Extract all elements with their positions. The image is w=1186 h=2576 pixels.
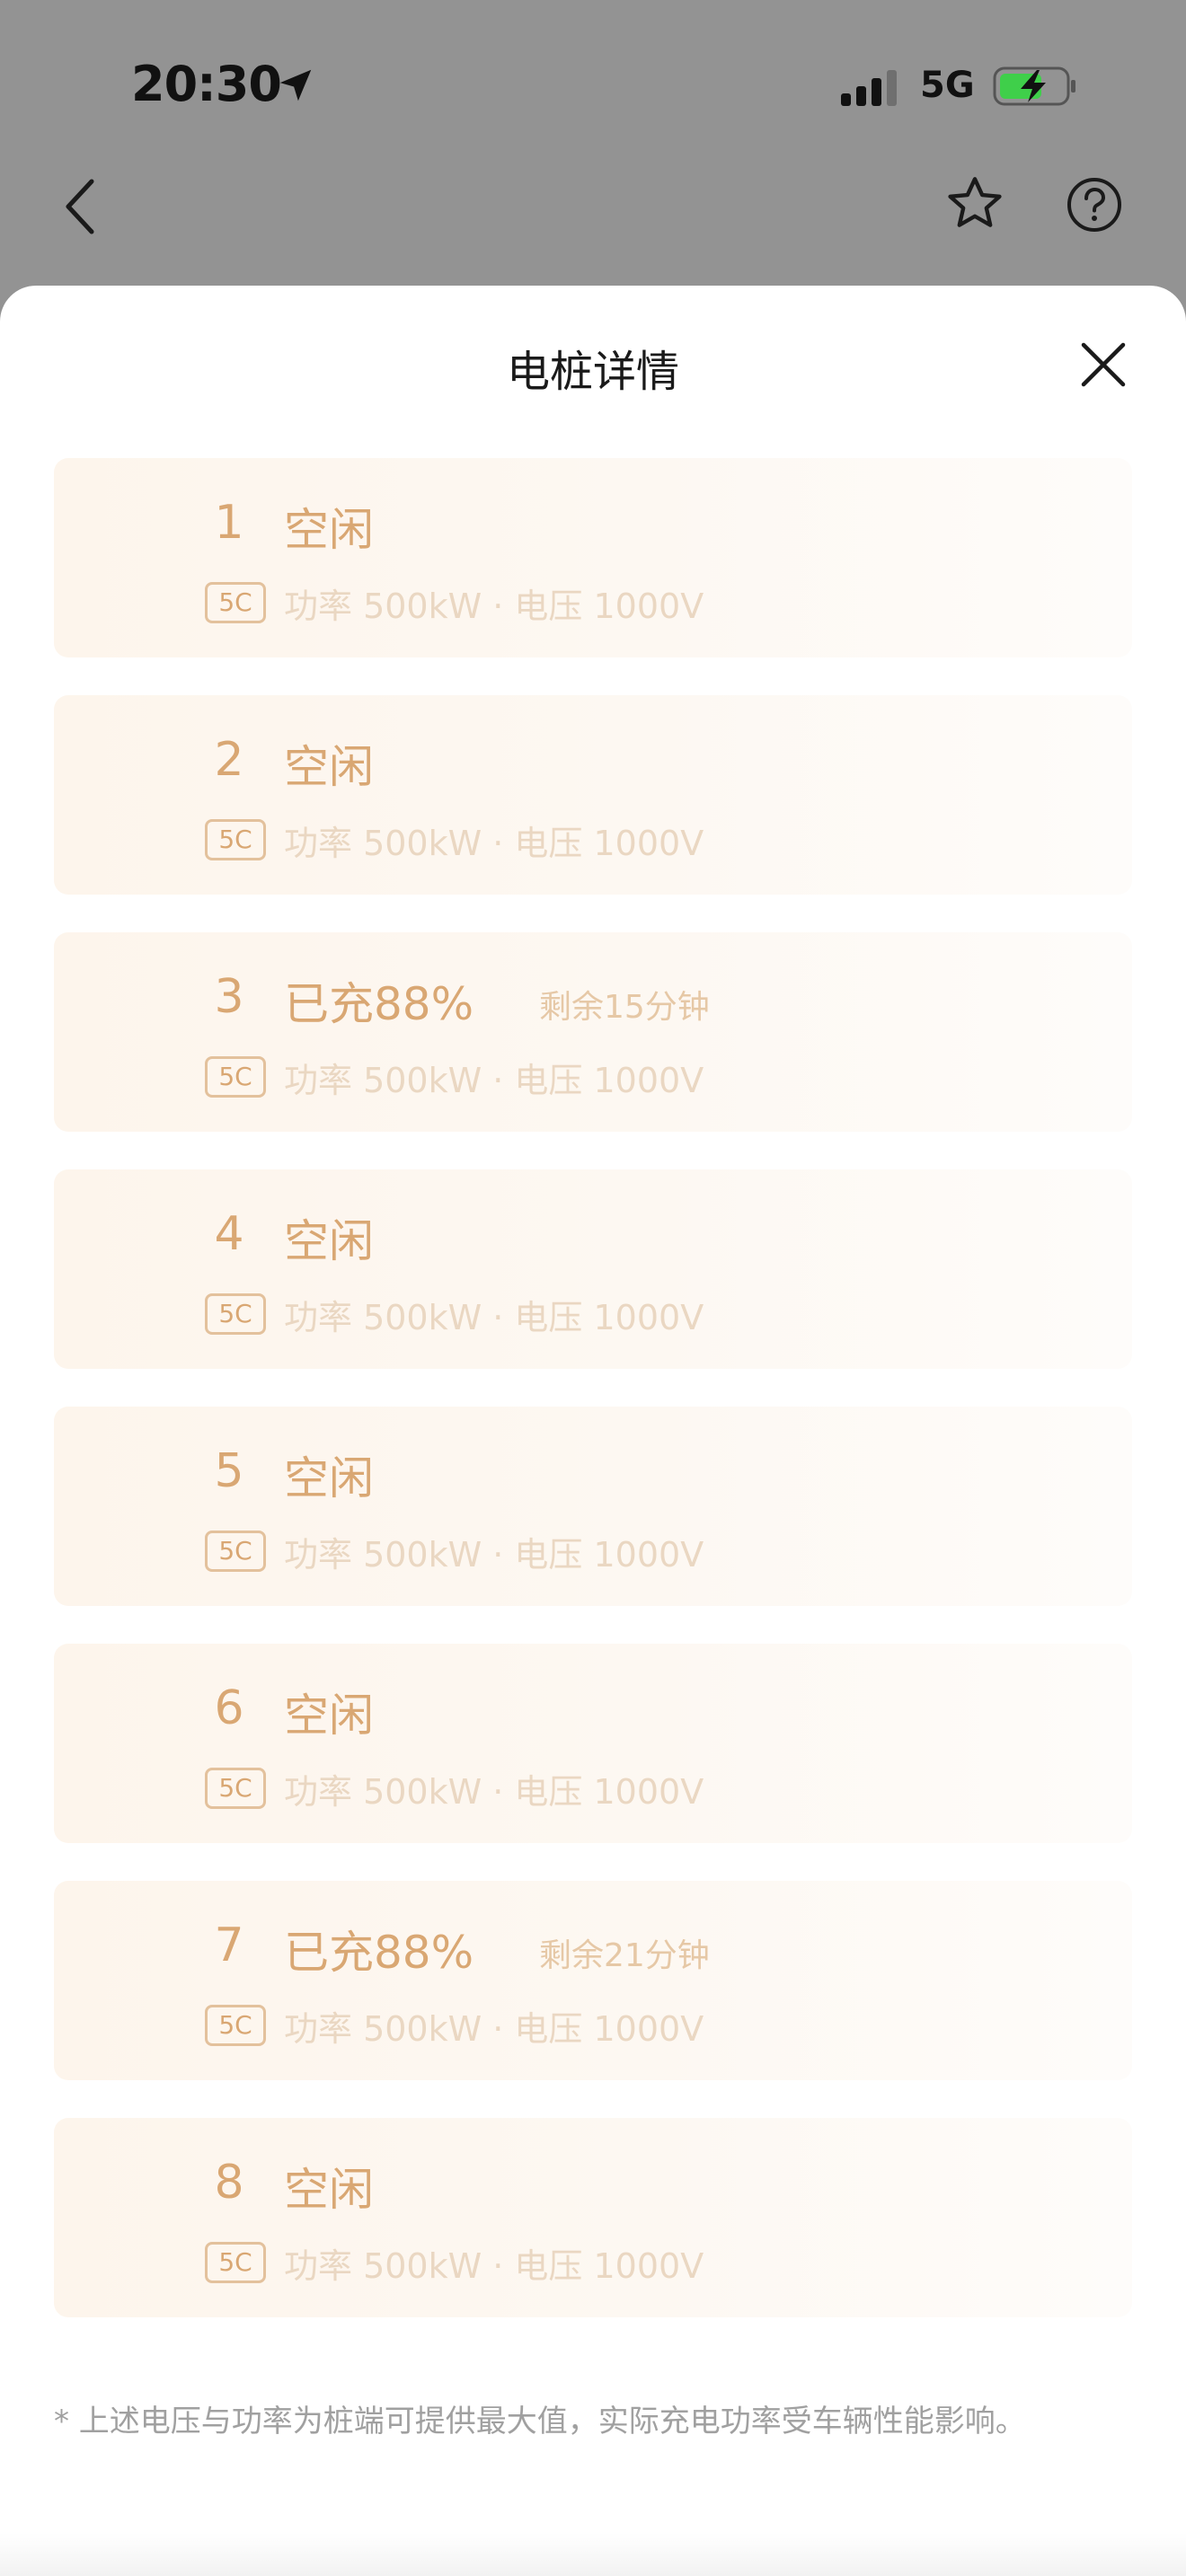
battery-charging-icon <box>993 66 1075 106</box>
pile-card[interactable]: 8 空闲 5C 功率 500kW · 电压 1000V <box>54 2118 1132 2317</box>
star-outline-icon[interactable] <box>943 172 1006 235</box>
pile-number: 5 <box>214 1444 244 1498</box>
sheet-title: 电桩详情 <box>506 347 679 397</box>
pile-status: 空闲 <box>284 1452 374 1504</box>
status-time: 20:30 <box>131 56 282 112</box>
charging-rate-badge: 5C <box>205 1531 266 1572</box>
pile-status: 已充88% <box>284 978 474 1030</box>
charging-rate-badge: 5C <box>205 1056 266 1098</box>
pile-number: 2 <box>214 733 244 787</box>
charging-rate-badge: 5C <box>205 1768 266 1809</box>
pile-spec: 功率 500kW · 电压 1000V <box>284 587 704 626</box>
pile-details-sheet: 电桩详情 1 空闲 5C 功率 500kW · 电压 1000V 2 空闲 5C… <box>0 286 1186 2576</box>
pile-card[interactable]: 6 空闲 5C 功率 500kW · 电压 1000V <box>54 1644 1132 1843</box>
pile-spec: 功率 500kW · 电压 1000V <box>284 1772 704 1812</box>
charging-rate-badge: 5C <box>205 1293 266 1335</box>
pile-card[interactable]: 2 空闲 5C 功率 500kW · 电压 1000V <box>54 695 1132 895</box>
screen: 20:30 5G 电桩详情 1 空闲 5C 功率 500kW · 电压 1000… <box>0 0 1186 2576</box>
pile-spec: 功率 500kW · 电压 1000V <box>284 1298 704 1337</box>
pile-card[interactable]: 3 已充88% 剩余15分钟 5C 功率 500kW · 电压 1000V <box>54 932 1132 1132</box>
charging-rate-badge: 5C <box>205 582 266 623</box>
pile-number: 3 <box>214 970 244 1024</box>
pile-status: 已充88% <box>284 1927 474 1979</box>
pile-status: 空闲 <box>284 504 374 556</box>
footnote: * 上述电压与功率为桩端可提供最大值，实际充电功率受车辆性能影响。 <box>54 2404 1026 2439</box>
pile-card[interactable]: 1 空闲 5C 功率 500kW · 电压 1000V <box>54 458 1132 657</box>
pile-card[interactable]: 7 已充88% 剩余21分钟 5C 功率 500kW · 电压 1000V <box>54 1881 1132 2080</box>
signal-bars-icon <box>841 70 897 106</box>
pile-spec: 功率 500kW · 电压 1000V <box>284 1535 704 1575</box>
pile-card[interactable]: 5 空闲 5C 功率 500kW · 电压 1000V <box>54 1407 1132 1606</box>
pile-spec: 功率 500kW · 电压 1000V <box>284 1061 704 1100</box>
network-type: 5G <box>920 65 975 106</box>
chevron-left-icon[interactable] <box>59 176 102 237</box>
pile-number: 7 <box>214 1919 244 1972</box>
question-circle-icon[interactable] <box>1066 176 1123 234</box>
status-bar: 20:30 5G <box>0 0 1186 171</box>
pile-number: 8 <box>214 2156 244 2210</box>
charging-rate-badge: 5C <box>205 819 266 860</box>
close-icon[interactable] <box>1080 341 1127 388</box>
pile-remaining-time: 剩余15分钟 <box>539 989 710 1026</box>
pile-number: 4 <box>214 1207 244 1261</box>
charging-rate-badge: 5C <box>205 2242 266 2283</box>
pile-status: 空闲 <box>284 741 374 793</box>
pile-status: 空闲 <box>284 1689 374 1742</box>
pile-card[interactable]: 4 空闲 5C 功率 500kW · 电压 1000V <box>54 1169 1132 1369</box>
pile-status: 空闲 <box>284 1215 374 1267</box>
home-indicator-area <box>0 2533 1186 2576</box>
pile-list: 1 空闲 5C 功率 500kW · 电压 1000V 2 空闲 5C 功率 5… <box>54 458 1132 2355</box>
pile-number: 6 <box>214 1681 244 1735</box>
pile-remaining-time: 剩余21分钟 <box>539 1937 710 1974</box>
pile-spec: 功率 500kW · 电压 1000V <box>284 824 704 863</box>
location-arrow-icon <box>279 69 312 101</box>
pile-status: 空闲 <box>284 2164 374 2216</box>
pile-number: 1 <box>214 496 244 550</box>
pile-spec: 功率 500kW · 电压 1000V <box>284 2009 704 2049</box>
pile-spec: 功率 500kW · 电压 1000V <box>284 2246 704 2286</box>
charging-rate-badge: 5C <box>205 2005 266 2046</box>
